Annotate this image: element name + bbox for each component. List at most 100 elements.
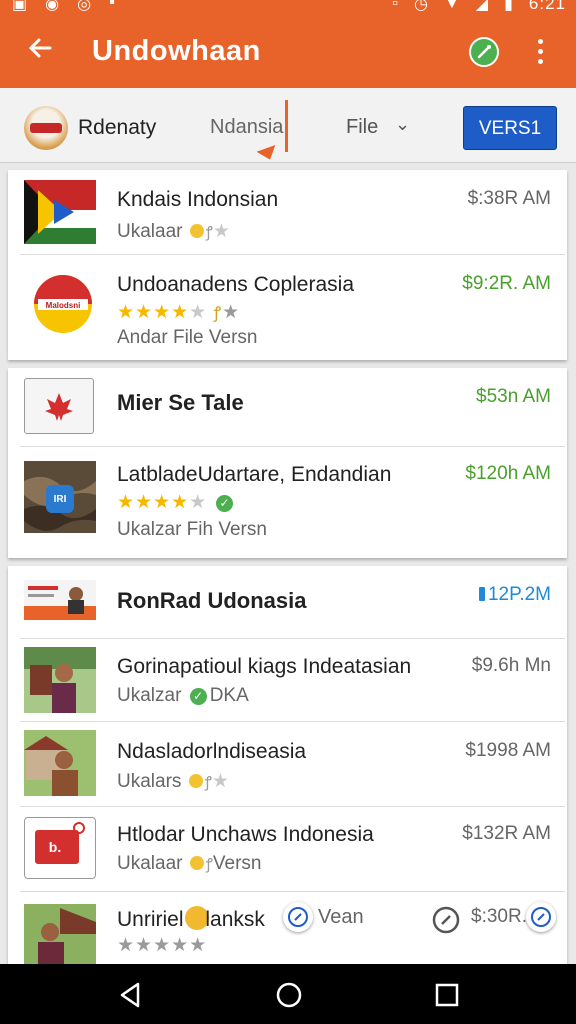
brand-logo xyxy=(24,106,68,150)
star-icon: ★ xyxy=(212,221,230,242)
nav-recents-icon[interactable] xyxy=(432,980,462,1010)
item-badge: DKA xyxy=(209,685,249,706)
item-subtitle-extra: Versn xyxy=(212,853,262,874)
card-3: RonRad Udonasia 12P.2M Gorinapatioul kia… xyxy=(8,566,567,966)
list-item[interactable]: Gorinapatioul kiags Indeatasian Ukalzar … xyxy=(8,639,567,721)
item-price: $53n AM xyxy=(476,386,551,407)
active-tab-indicator xyxy=(285,100,288,152)
status-clock: 6:21 xyxy=(528,0,566,13)
item-price: $9.6h Mn xyxy=(471,655,551,676)
list-item[interactable]: Ndasladorlndiseasia Ukalars ꝭ★ $1998 AM xyxy=(8,722,567,806)
person-thumbnail xyxy=(24,647,96,713)
tab-file[interactable]: File xyxy=(346,116,378,139)
system-nav-bar xyxy=(0,964,576,1024)
list-item[interactable]: Kndais Indonsian Ukalaar ꝭ★ $:38R AM xyxy=(8,170,567,254)
battery-icon xyxy=(478,587,485,601)
item-price: $132R AM xyxy=(462,823,551,844)
sync-icon: ◎ xyxy=(77,0,92,13)
app-title: Undowhaan xyxy=(92,35,261,67)
item-subtitle: Ukalzar ✓ DKA xyxy=(117,685,249,707)
video-thumbnail xyxy=(24,180,96,244)
star-rating: ★★★★★ ꝭ★ xyxy=(117,302,241,323)
status-icons-right: ▫ ◷ ▼ ◢ ▮ 6:21 xyxy=(392,0,566,14)
list-item[interactable]: Mier Se Tale $53n AM xyxy=(8,368,567,446)
item-subtitle: Ukalaar ꝭ★ xyxy=(117,220,230,243)
section-title: Mier Se Tale xyxy=(117,390,244,415)
list-item[interactable]: IRI LatbladeUdartare, Endandian ★★★★★ ✓ … xyxy=(8,447,567,558)
people-icon: ꝭ xyxy=(204,774,212,791)
item-subtitle: Andar File Versn xyxy=(117,327,258,348)
item-title-end: Vean xyxy=(318,906,364,928)
list-item[interactable]: RonRad Udonasia 12P.2M xyxy=(8,566,567,638)
signal-icon: ▼ xyxy=(443,0,460,12)
item-title-text: Unririel xyxy=(117,908,184,931)
logo-thumbnail: Malodsni xyxy=(32,273,94,335)
people-icon: ꝭ xyxy=(205,856,213,873)
item-price: $120h AM xyxy=(465,463,551,484)
vers-button[interactable]: VERS1 xyxy=(463,106,557,150)
app-bar: Undowhaan xyxy=(0,22,576,88)
share-icon[interactable] xyxy=(526,902,556,932)
coin-icon xyxy=(189,856,204,870)
person-thumbnail xyxy=(24,904,96,966)
back-arrow-icon[interactable] xyxy=(24,34,56,71)
alarm-icon: ◷ xyxy=(413,0,428,13)
chevron-down-icon[interactable]: ⌄ xyxy=(395,114,410,135)
star-icon: ★ xyxy=(211,771,229,792)
item-subtitle-text: Ukalzar xyxy=(117,685,182,706)
cast-icon: ▫ xyxy=(392,0,398,12)
svg-text:IRI: IRI xyxy=(54,494,67,505)
item-price: $:30R. xyxy=(471,906,527,927)
check-icon: ✓ xyxy=(189,688,207,705)
people-icon: ꝭ xyxy=(205,224,213,241)
item-subtitle: Ukalaar ꝭVersn xyxy=(117,853,261,875)
call-action-icon[interactable] xyxy=(469,37,499,67)
item-title-tail: lanksk xyxy=(205,908,265,931)
list-item[interactable]: Malodsni Undoanadens Coplerasia ★★★★★ ꝭ★… xyxy=(8,255,567,360)
item-title: Gorinapatioul kiags Indeatasian xyxy=(117,655,412,678)
tab-pointer-indicator xyxy=(256,144,280,164)
item-price: $:38R AM xyxy=(467,188,551,209)
status-bar: ▣ ◉ ◎ ▪ ▫ ◷ ▼ ◢ ▮ 6:21 xyxy=(0,0,576,22)
list-item[interactable]: b. Htlodar Unchaws Indonesia Ukalaar ꝭVe… xyxy=(8,807,567,891)
overflow-menu-icon[interactable] xyxy=(530,36,550,68)
item-subtitle-text: Ukalaar xyxy=(117,221,183,242)
svg-text:Malodsni: Malodsni xyxy=(46,301,81,310)
card-2: Mier Se Tale $53n AM IRI LatbladeUdartar… xyxy=(8,368,567,558)
maple-leaf-thumbnail xyxy=(24,378,94,434)
nav-home-icon[interactable] xyxy=(274,980,304,1010)
tab-ndansia[interactable]: Ndansia xyxy=(210,116,283,139)
compass-icon[interactable] xyxy=(432,906,460,934)
people-icon: ꝭ xyxy=(213,305,223,322)
brand-label[interactable]: Rdenaty xyxy=(78,116,156,140)
svg-text:b.: b. xyxy=(49,839,61,855)
fabric-thumbnail: IRI xyxy=(24,461,96,533)
share-icon[interactable] xyxy=(283,902,313,932)
list-item[interactable]: Unririel lanksk Vean $:30R. ★★★★★ xyxy=(8,892,567,966)
status-icons-left: ▣ ◉ ◎ ▪ xyxy=(12,0,115,14)
tv-logo-thumbnail: b. xyxy=(24,817,96,879)
item-price: 12P.2M xyxy=(478,584,551,606)
battery-icon: ▮ xyxy=(504,0,513,13)
person-thumbnail xyxy=(24,730,96,796)
item-title: Kndais Indonsian xyxy=(117,188,279,211)
card-1: Kndais Indonsian Ukalaar ꝭ★ $:38R AM Mal… xyxy=(8,170,567,360)
check-icon: ✓ xyxy=(216,495,234,512)
sim-icon: ▣ xyxy=(12,0,28,13)
nav-back-icon[interactable] xyxy=(116,980,146,1010)
item-title: Htlodar Unchaws Indonesia xyxy=(117,823,374,846)
item-subtitle-text: Ukalars xyxy=(117,771,182,792)
item-price: $9:2R. AM xyxy=(462,273,551,294)
item-title: Undoanadens Coplerasia xyxy=(117,273,354,296)
notification-icon: ▪ xyxy=(109,0,115,11)
network-icon: ◢ xyxy=(475,0,489,13)
item-title: Unririel lanksk xyxy=(117,906,265,932)
item-price-text: 12P.2M xyxy=(487,584,551,605)
wifi-icon: ◉ xyxy=(45,0,60,13)
item-subtitle-text: Ukalaar xyxy=(117,853,183,874)
news-thumbnail xyxy=(24,580,96,620)
star-rating: ★★★★★ xyxy=(117,935,208,956)
item-subtitle: Ukalzar Fih Versn xyxy=(117,519,267,540)
coin-icon xyxy=(189,224,204,238)
item-title: Ndasladorlndiseasia xyxy=(117,740,307,763)
